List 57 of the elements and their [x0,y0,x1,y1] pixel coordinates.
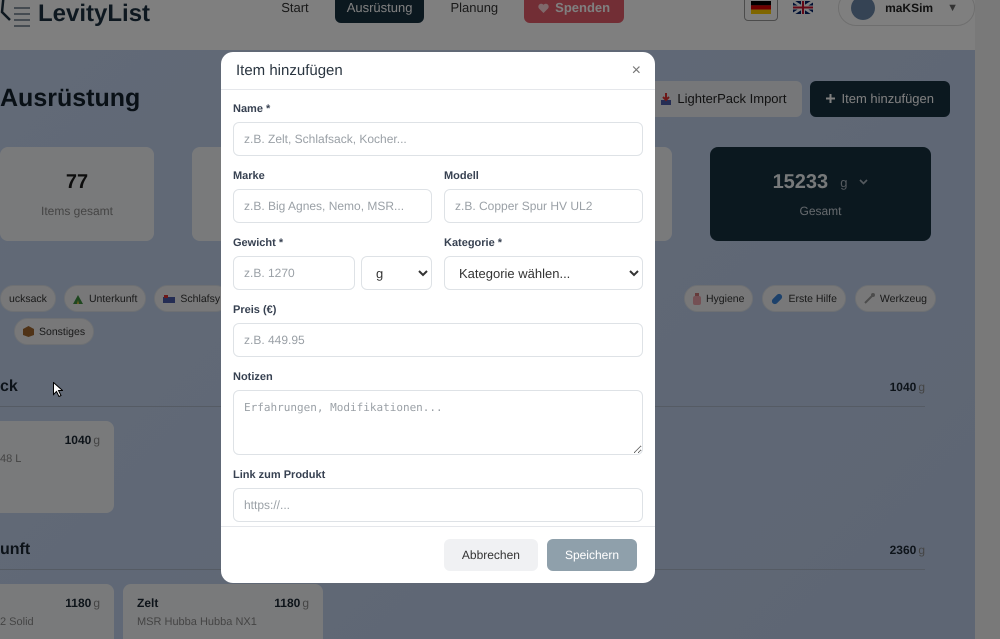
field-label: Modell [444,170,480,182]
item-name: Zelt [137,596,158,610]
stat-value: 77 [66,170,88,194]
category-chip[interactable]: ucksack [0,285,56,312]
user-menu[interactable]: maKSim ▼ [838,0,975,26]
box-icon [23,326,34,337]
unit-dropdown[interactable]: g [361,256,432,290]
text-field[interactable]: z.B. Zelt, Schlafsack, Kocher... [233,122,643,156]
cancel-button[interactable]: Abbrechen [444,539,538,571]
field-label: Name * [233,103,272,115]
section-title: ck [0,378,18,396]
avatar [851,0,876,20]
nav-link[interactable]: Planung [438,0,510,23]
field-label: Link zum Produkt [233,469,326,481]
heart-icon [538,2,550,12]
text-field[interactable]: https://... [233,488,643,522]
field-label: Notizen [233,371,274,383]
field-label: Marke [233,170,266,182]
stat-label: Gesamt [799,204,842,218]
text-field[interactable]: z.B. 449.95 [233,323,643,357]
text-field[interactable]: z.B. Copper Spur HV UL2 [444,189,643,223]
category-dropdown[interactable]: Kategorie wählen... [444,256,643,290]
chevron-down-icon [859,179,868,185]
logo-text: LevityList [38,0,150,27]
weight-field[interactable]: z.B. 1270 [233,256,355,290]
german-flag-icon [751,1,772,14]
donate-button[interactable]: Spenden [524,0,624,23]
field-label: Preis (€) [233,304,278,316]
add-item-button[interactable]: Item hinzufügen [810,80,950,116]
bed-icon [163,294,176,302]
page-title: Ausrüstung [0,84,140,113]
bottle-icon [692,292,701,304]
field-label: Gewicht * [233,237,284,249]
close-button[interactable]: × [632,62,641,80]
category-chip[interactable]: Sonstiges [14,318,94,345]
category-chip[interactable]: Erste Hilfe [762,285,846,312]
bandage-icon [771,292,784,304]
nav-link[interactable]: Ausrüstung [334,0,424,23]
section-title: unft [0,541,30,559]
unit-label: g [840,174,848,190]
plus-icon [826,94,836,103]
nav-link[interactable]: Start [269,0,321,23]
british-flag-icon [793,1,814,14]
mouse-pointer-icon [53,382,63,397]
category-chip[interactable]: Werkzeug [854,285,936,312]
text-field[interactable]: z.B. Big Agnes, Nemo, MSR... [233,189,432,223]
field-label: Kategorie * [444,237,504,249]
caret-icon: ▼ [947,2,958,14]
tent-icon [72,294,84,304]
category-chip[interactable]: Unterkunft [64,285,146,312]
dialog-title: Item hinzufügen [236,62,343,79]
category-chip[interactable]: Hygiene [684,285,754,312]
download-icon [661,92,672,104]
stat-value: 15233 [772,170,828,194]
wrench-icon [864,293,875,304]
notes-field[interactable]: Erfahrungen, Modifikationen... [233,390,643,455]
language-button[interactable] [744,0,778,21]
